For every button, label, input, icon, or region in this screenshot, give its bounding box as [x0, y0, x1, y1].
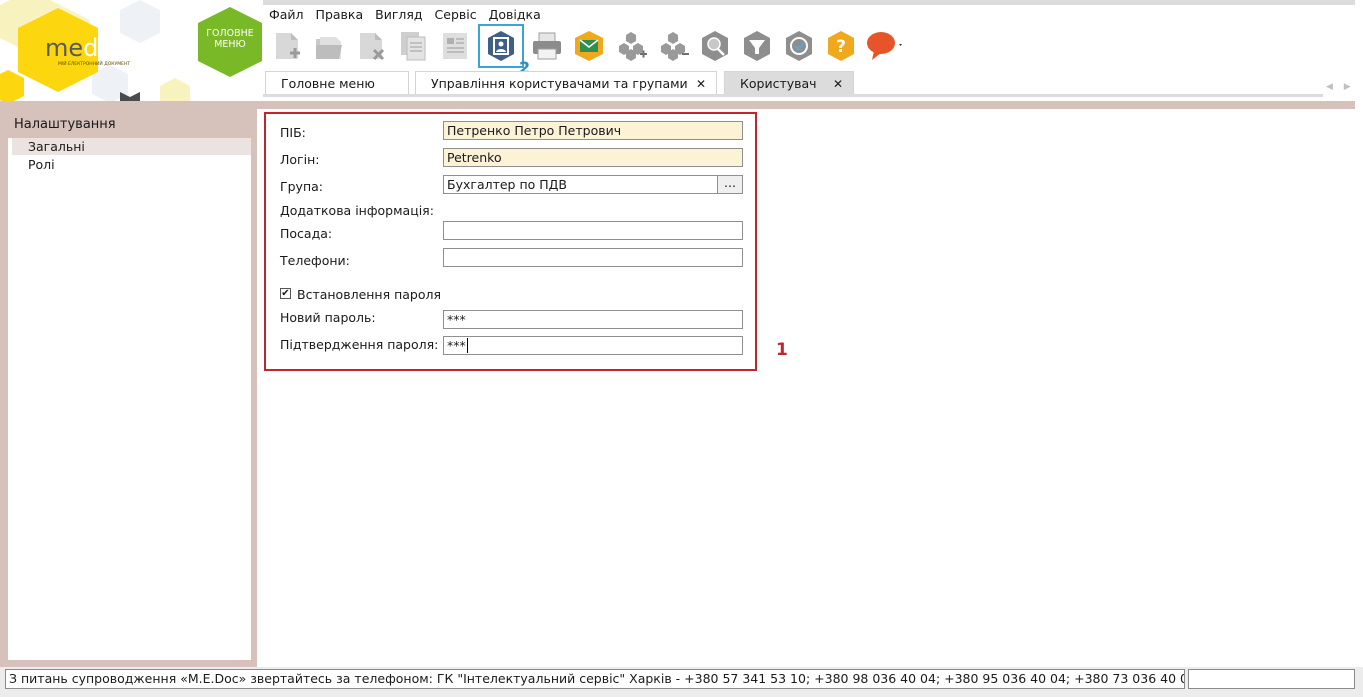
pib-label: ПІБ:	[280, 125, 306, 140]
copy-document-button[interactable]	[392, 25, 434, 67]
position-label: Посада:	[280, 226, 333, 241]
print-button[interactable]	[526, 25, 568, 67]
delete-document-icon	[360, 33, 385, 61]
close-icon[interactable]: ✕	[833, 72, 843, 96]
logo[interactable]: medoc	[45, 34, 126, 62]
home-label-2: МЕНЮ	[214, 39, 246, 50]
tab-user-management[interactable]: Управління користувачами та групами ✕	[415, 71, 717, 95]
login-label: Логін:	[280, 152, 320, 167]
home-label-1: ГОЛОВНЕ	[206, 28, 254, 39]
confirm-password-field[interactable]: ***	[443, 336, 743, 355]
confirm-password-label: Підтвердження пароля:	[280, 337, 439, 352]
tab-label: Головне меню	[281, 76, 375, 91]
new-document-button[interactable]	[266, 25, 308, 67]
sidebar-item-general[interactable]: Загальні	[12, 138, 251, 155]
svg-text:?: ?	[836, 37, 846, 57]
users-add-button[interactable]	[610, 25, 652, 67]
home-menu-button[interactable]: ГОЛОВНЕ МЕНЮ	[198, 28, 262, 50]
chat-button[interactable]	[862, 25, 908, 67]
filter-icon	[744, 31, 770, 61]
tab-user[interactable]: Користувач ✕	[724, 71, 854, 95]
search-button[interactable]	[694, 25, 736, 67]
users-remove-icon	[661, 32, 689, 61]
toolbar: ?	[266, 24, 908, 68]
set-password-label: Встановлення пароля	[297, 287, 442, 302]
send-receive-button[interactable]	[568, 25, 610, 67]
tab-underline	[263, 94, 1323, 97]
new-document-icon	[276, 33, 300, 59]
help-button[interactable]: ?	[820, 25, 862, 67]
status-text: З питань супроводження «M.E.Doc» звертай…	[5, 669, 1185, 689]
send-receive-icon	[575, 31, 603, 61]
close-icon[interactable]: ✕	[696, 72, 706, 96]
tab-main-menu[interactable]: Головне меню	[265, 71, 409, 95]
copy-document-icon	[401, 32, 426, 61]
user-card-button[interactable]	[478, 24, 524, 68]
tab-label: Користувач	[740, 76, 817, 91]
pib-field[interactable]: Петренко Петро Петрович	[443, 121, 743, 140]
search-icon	[702, 31, 728, 61]
menu-bar: Файл Правка Вигляд Сервіс Довідка	[263, 6, 547, 24]
sidebar-title: Налаштування	[14, 117, 116, 132]
print-icon	[533, 32, 561, 60]
login-field[interactable]: Petrenko	[443, 148, 743, 167]
logo-doc: doc	[83, 34, 127, 62]
status-bar: З питань супроводження «M.E.Doc» звертай…	[0, 667, 1363, 697]
tab-label: Управління користувачами та групами	[431, 76, 688, 91]
check-button[interactable]	[778, 25, 820, 67]
top-strip	[263, 0, 1355, 5]
group-browse-button[interactable]: ...	[717, 176, 742, 193]
delete-document-button[interactable]	[350, 25, 392, 67]
right-edge	[1355, 101, 1363, 667]
phones-field[interactable]	[443, 248, 743, 267]
sidebar: Налаштування Загальні Ролі	[0, 101, 257, 667]
menu-file[interactable]: Файл	[263, 6, 310, 24]
menu-help[interactable]: Довідка	[483, 6, 547, 24]
open-document-icon	[316, 37, 342, 59]
open-document-button[interactable]	[308, 25, 350, 67]
phones-label: Телефони:	[280, 253, 350, 268]
menu-view[interactable]: Вигляд	[369, 6, 428, 24]
logo-tagline: МІЙ ЕЛЕКТРОННИЙ ДОКУМЕНТ	[58, 62, 131, 67]
help-icon: ?	[828, 31, 854, 61]
users-remove-button[interactable]	[652, 25, 694, 67]
document-list-icon	[443, 33, 467, 59]
confirm-password-value: ***	[447, 338, 466, 353]
header: medoc МІЙ ЕЛЕКТРОННИЙ ДОКУМЕНТ ГОЛОВНЕ М…	[0, 0, 1363, 103]
position-field[interactable]	[443, 221, 743, 240]
document-list-button[interactable]	[434, 25, 476, 67]
chat-icon	[867, 32, 902, 60]
logo-hexagons	[0, 0, 262, 103]
new-password-label: Новий пароль:	[280, 310, 376, 325]
set-password-checkbox[interactable]: ✔	[280, 288, 291, 299]
logo-me: me	[45, 34, 84, 62]
group-value: Бухгалтер по ПДВ	[447, 177, 568, 192]
new-password-field[interactable]: ***	[443, 310, 743, 329]
logo-area: medoc МІЙ ЕЛЕКТРОННИЙ ДОКУМЕНТ ГОЛОВНЕ М…	[0, 0, 262, 103]
user-card-icon	[488, 31, 514, 61]
menu-service[interactable]: Сервіс	[429, 6, 483, 24]
annotation-marker-1: 1	[776, 340, 788, 360]
users-add-icon	[619, 32, 647, 61]
sidebar-item-roles[interactable]: Ролі	[12, 156, 251, 173]
additional-info-heading: Додаткова інформація:	[280, 203, 434, 218]
menu-edit[interactable]: Правка	[310, 6, 370, 24]
tab-scroll-arrows[interactable]: ◀ ▶	[1326, 82, 1355, 92]
group-field[interactable]: Бухгалтер по ПДВ ...	[443, 175, 743, 194]
sidebar-panel: Налаштування Загальні Ролі	[8, 109, 251, 660]
text-cursor	[466, 338, 468, 353]
status-right-panel	[1188, 669, 1355, 689]
filter-button[interactable]	[736, 25, 778, 67]
check-icon	[786, 31, 812, 61]
group-label: Група:	[280, 179, 323, 194]
